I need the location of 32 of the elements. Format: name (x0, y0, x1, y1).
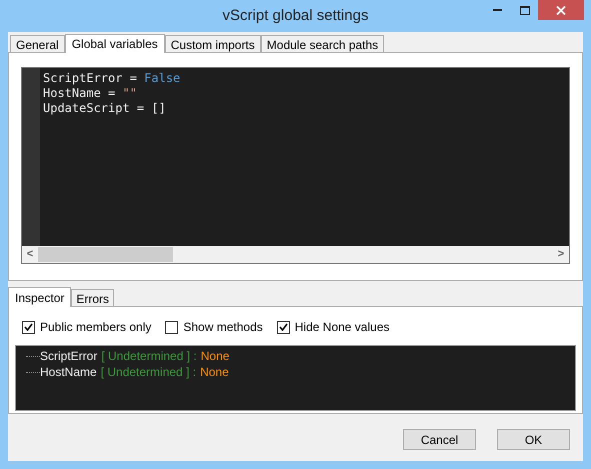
code-line: ScriptError = False (43, 71, 180, 86)
variable-name: ScriptError (40, 348, 98, 364)
scrollbar-thumb[interactable] (38, 247, 173, 262)
variable-value: None (200, 348, 230, 364)
tab[interactable]: Custom imports (164, 35, 261, 52)
scroll-left-button[interactable]: < (22, 246, 38, 263)
code-line: HostName = "" (43, 86, 138, 101)
dialog-button[interactable]: OK (497, 429, 570, 450)
window-title: vScript global settings (222, 6, 368, 26)
dialog-button[interactable]: Cancel (403, 429, 476, 450)
tab[interactable]: Global variables (64, 34, 165, 53)
close-icon (556, 6, 566, 14)
checkbox[interactable]: Hide None values (276, 318, 390, 336)
code-line: UpdateScript = [] (43, 101, 167, 116)
tab[interactable]: General (10, 35, 65, 52)
close-button[interactable] (538, 0, 584, 20)
variable-name: HostName (40, 364, 97, 380)
variable-value: None (200, 364, 229, 380)
variable-type: [ Undetermined ] : (101, 348, 197, 364)
check-icon (24, 323, 33, 331)
check-icon (278, 323, 288, 331)
horizontal-scrollbar[interactable]: < > (22, 246, 569, 263)
tab[interactable]: Inspector (8, 287, 72, 307)
maximize-icon (520, 6, 530, 14)
variable-type: [ Undetermined ] : (100, 364, 196, 380)
checkbox[interactable]: Show methods (165, 318, 263, 336)
scroll-right-button[interactable]: > (553, 246, 569, 263)
checkbox[interactable]: Public members only (22, 318, 152, 336)
tab[interactable]: Errors (71, 289, 114, 306)
code-editor[interactable]: ScriptError = False HostName = "" UpdateScript = [] < > (21, 67, 570, 264)
tab[interactable]: Module search paths (260, 35, 384, 52)
minimize-icon (493, 9, 502, 11)
